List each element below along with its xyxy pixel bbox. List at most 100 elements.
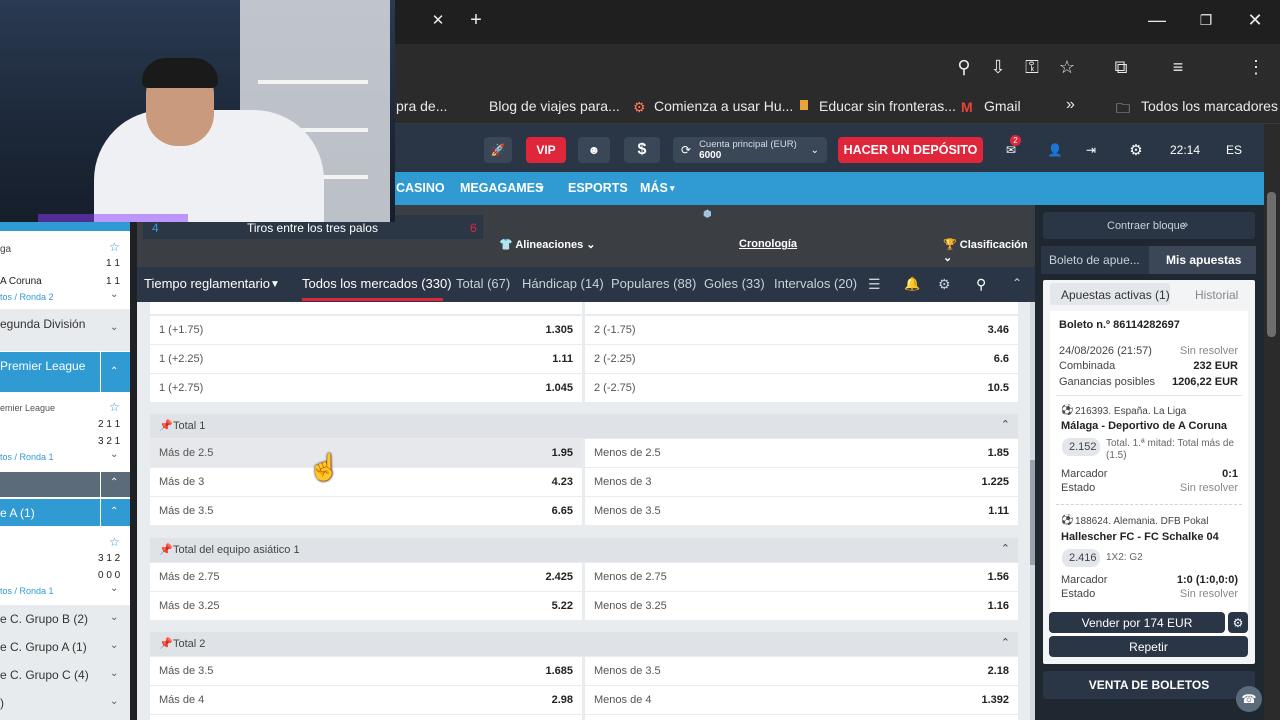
page-scrollbar-thumb[interactable]	[1267, 192, 1276, 337]
odd-cell[interactable]	[150, 715, 582, 720]
odd-cell[interactable]: 2 (-2.75) 10.5	[585, 374, 1018, 402]
maximize-icon[interactable]: ❐	[1194, 10, 1218, 30]
sidebar-score: 1 1	[106, 258, 120, 269]
bookmark-item[interactable]: Educar sin fronteras...	[819, 98, 956, 114]
collapse-all-icon[interactable]: ⌃	[1012, 276, 1022, 290]
extensions-icon[interactable]: ⧉	[1109, 57, 1133, 77]
star-icon[interactable]: ☆	[109, 400, 120, 414]
bookmark-item[interactable]: Gmail	[984, 98, 1021, 114]
more-bookmarks-icon[interactable]: »	[1066, 96, 1075, 114]
media-icon[interactable]: ≡	[1166, 57, 1190, 77]
history-tab[interactable]: Historial	[1195, 288, 1238, 302]
market-header-total1[interactable]: 📌 Total 1 ⌃	[150, 414, 1018, 438]
odd-cell[interactable]: Menos de 3 1.225	[585, 468, 1018, 496]
odd-cell[interactable]: Más de 3.5 1.685	[150, 657, 582, 685]
timeline-link[interactable]: Cronología	[739, 238, 797, 250]
profile-button[interactable]: 👤	[1038, 137, 1072, 163]
close-tab-icon[interactable]: ✕	[426, 11, 450, 31]
odd-cell[interactable]: Más de 4 2.98	[150, 686, 582, 714]
market-header-total2[interactable]: 📌 Total 2 ⌃	[150, 632, 1018, 656]
market-row-partial[interactable]	[150, 302, 582, 314]
sidebar-group-item[interactable]: e C. Grupo B (2)	[0, 612, 88, 626]
sidebar-round-link[interactable]: tos / Ronda 2	[0, 292, 54, 302]
new-tab-icon[interactable]: +	[464, 10, 488, 30]
bookmark-item[interactable]: pra de...	[396, 98, 447, 114]
tab-popular[interactable]: Populares (88)	[611, 276, 696, 291]
market-header-asian[interactable]: 📌 Total del equipo asiático 1 ⌃	[150, 538, 1018, 562]
sidebar-group-item[interactable]: e C. Grupo A (1)	[0, 640, 87, 654]
sidebar-round-link[interactable]: tos / Ronda 1	[0, 452, 54, 462]
nav-esports[interactable]: ESPORTS	[568, 181, 628, 195]
ticket-sale-section[interactable]: VENTA DE BOLETOS	[1043, 671, 1255, 699]
odd-cell[interactable]: 2 (-1.75) 3.46	[585, 316, 1018, 344]
tab-total[interactable]: Total (67)	[456, 276, 510, 291]
chevron-down-icon[interactable]: ⌄	[110, 449, 118, 460]
odd-cell[interactable]: Menos de 2.5 1.85	[585, 439, 1018, 467]
gear-icon[interactable]: ⚙	[938, 276, 951, 293]
tab-all-markets[interactable]: Todos los mercados (330)	[302, 276, 452, 291]
all-bookmarks[interactable]: Todos los marcadores	[1141, 98, 1278, 114]
odd-cell[interactable]: Más de 3.5 6.65	[150, 497, 582, 525]
chevron-down-icon: ⌄	[110, 640, 119, 651]
odd-cell[interactable]: 1 (+1.75) 1.305	[150, 316, 582, 344]
account-selector[interactable]: ⟳ Cuenta principal (EUR) 6000 ⌄	[673, 137, 827, 163]
lineups-button[interactable]: 👕 Alineaciones ⌄	[499, 238, 596, 251]
period-selector[interactable]: Tiempo reglamentario	[144, 276, 270, 291]
odd-cell[interactable]: 1 (+2.25) 1.11	[150, 345, 582, 373]
deposit-button[interactable]: HACER UN DEPÓSITO	[838, 137, 983, 163]
standings-button[interactable]: 🏆 Clasificación ⌄	[943, 238, 1035, 264]
bookmark-item[interactable]: Blog de viajes para...	[489, 98, 620, 114]
sell-settings-button[interactable]: ⚙	[1228, 612, 1248, 633]
repeat-button[interactable]: Repetir	[1049, 636, 1248, 657]
odd-cell[interactable]: Más de 3.25 5.22	[150, 592, 582, 620]
install-icon[interactable]: ⇩	[986, 57, 1010, 77]
search-icon[interactable]: ⚲	[976, 276, 986, 293]
tab-goals[interactable]: Goles (33)	[704, 276, 765, 291]
sidebar-team[interactable]: A Coruna	[0, 276, 42, 287]
promo-button[interactable]: ☻	[578, 137, 610, 163]
odd-cell[interactable]: 2 (-2.25) 6.6	[585, 345, 1018, 373]
cash-button[interactable]: $	[624, 137, 660, 163]
odd-cell[interactable]: Menos de 2.75 1.56	[585, 563, 1018, 591]
rocket-button[interactable]: 🚀	[484, 137, 512, 163]
odd-cell[interactable]: Menos de 4 1.392	[585, 686, 1018, 714]
odd-cell[interactable]: Menos de 3.5 2.18	[585, 657, 1018, 685]
odd-cell[interactable]	[585, 715, 1018, 720]
bookmark-star-icon[interactable]: ☆	[1055, 57, 1079, 77]
odd-cell[interactable]: 1 (+2.75) 1.045	[150, 374, 582, 402]
zoom-icon[interactable]: ⚲	[952, 57, 976, 77]
vip-button[interactable]: VIP	[526, 137, 566, 163]
chevron-down-icon[interactable]: ⌄	[110, 289, 118, 300]
market-row-partial[interactable]	[585, 302, 1018, 314]
nav-megagames[interactable]: MEGAGAMES	[460, 181, 543, 195]
logout-button[interactable]: ⇥	[1080, 137, 1102, 163]
bell-icon[interactable]: 🔔	[904, 276, 920, 292]
chevron-down-icon[interactable]: ⌄	[110, 583, 118, 594]
sidebar-round-link[interactable]: tos / Ronda 1	[0, 586, 54, 596]
settings-button[interactable]: ⚙	[1118, 137, 1154, 163]
sidebar-collapsed-row[interactable]	[0, 472, 100, 497]
star-icon[interactable]: ☆	[109, 240, 120, 254]
close-window-icon[interactable]: ✕	[1243, 10, 1267, 30]
nav-more[interactable]: MÁS	[640, 181, 668, 195]
list-view-icon[interactable]: ☰	[868, 276, 881, 293]
nav-casino[interactable]: CASINO	[396, 181, 445, 195]
mail-button[interactable]: ✉ 2	[994, 135, 1028, 163]
tab-handicap[interactable]: Hándicap (14)	[522, 276, 604, 291]
password-key-icon[interactable]: ⚿	[1020, 57, 1044, 77]
menu-dots-icon[interactable]: ⋮	[1244, 57, 1268, 77]
odd-cell[interactable]: Menos de 3.5 1.11	[585, 497, 1018, 525]
sell-button[interactable]: Vender por 174 EUR	[1049, 612, 1225, 633]
sidebar-group-item[interactable]: )	[0, 696, 4, 710]
support-chat-button[interactable]: ☎	[1236, 686, 1262, 712]
sidebar-group-item[interactable]: e C. Grupo C (4)	[0, 668, 89, 682]
odd-cell[interactable]: Más de 2.75 2.425	[150, 563, 582, 591]
language-selector[interactable]: ES	[1218, 137, 1250, 163]
bookmark-item[interactable]: Comienza a usar Hu...	[654, 98, 793, 114]
odd-cell[interactable]: Menos de 3.25 1.16	[585, 592, 1018, 620]
tab-intervals[interactable]: Intervalos (20)	[774, 276, 857, 291]
odd-cell[interactable]: Más de 3 4.23	[150, 468, 582, 496]
minimize-icon[interactable]: —	[1145, 10, 1169, 30]
odd-cell-hovered[interactable]: Más de 2.5 1.95	[150, 439, 582, 467]
star-icon[interactable]: ☆	[109, 535, 120, 549]
